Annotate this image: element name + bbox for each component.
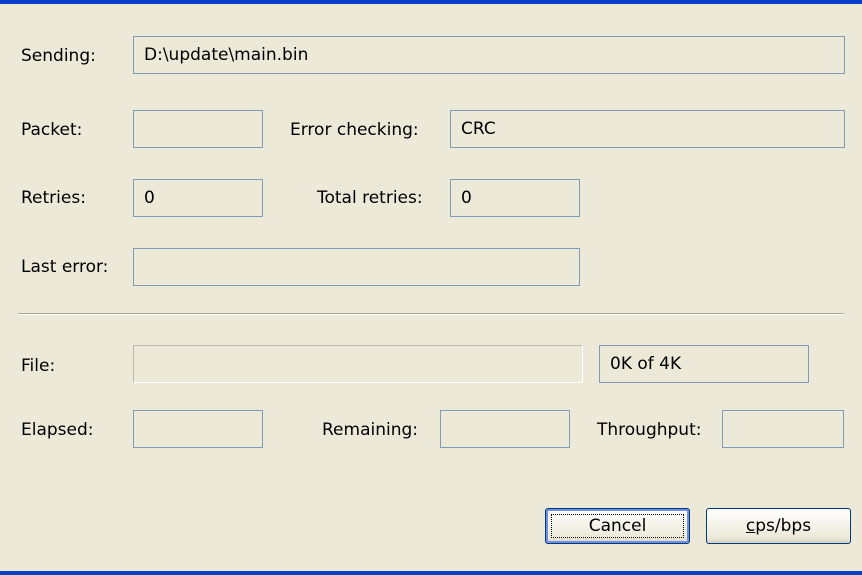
- retries-field: 0: [133, 179, 263, 217]
- packet-label: Packet:: [21, 120, 83, 140]
- file-label: File:: [21, 356, 56, 376]
- cps-bps-toggle-button[interactable]: cps/bps: [706, 508, 851, 544]
- window-bottom-border: [0, 571, 862, 575]
- cps-bps-mnemonic: c: [745, 516, 756, 536]
- remaining-label: Remaining:: [322, 420, 418, 440]
- packet-field: [133, 110, 263, 148]
- throughput-field: [722, 410, 844, 448]
- error-checking-field: CRC: [450, 110, 845, 148]
- elapsed-field: [133, 410, 263, 448]
- cancel-button-label: Cancel: [588, 516, 647, 536]
- window-top-border: [0, 0, 862, 4]
- total-retries-label: Total retries:: [317, 188, 423, 208]
- elapsed-label: Elapsed:: [21, 420, 94, 440]
- cancel-button[interactable]: Cancel: [545, 508, 690, 544]
- last-error-field: [133, 248, 580, 286]
- sending-field: D:\update\main.bin: [133, 36, 845, 74]
- file-size-field: 0K of 4K: [599, 345, 809, 383]
- sending-label: Sending:: [21, 46, 96, 66]
- throughput-label: Throughput:: [597, 420, 702, 440]
- file-progress-bar: [133, 345, 583, 383]
- total-retries-field: 0: [450, 179, 580, 217]
- error-checking-label: Error checking:: [290, 120, 419, 140]
- remaining-field: [440, 410, 570, 448]
- last-error-label: Last error:: [21, 257, 109, 277]
- cps-bps-label: ps/bps: [755, 516, 812, 536]
- separator-line: [18, 313, 844, 315]
- retries-label: Retries:: [21, 188, 86, 208]
